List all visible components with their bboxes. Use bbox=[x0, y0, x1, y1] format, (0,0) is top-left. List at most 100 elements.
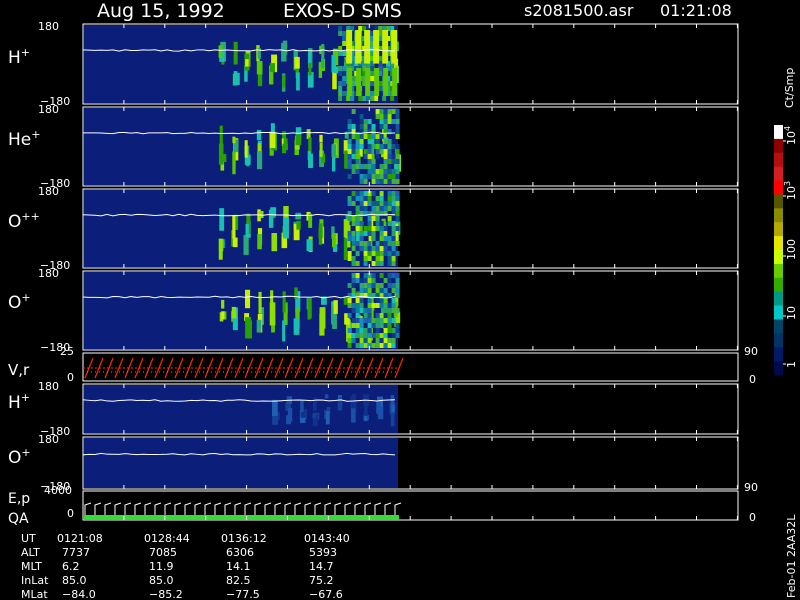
intense-pixel bbox=[395, 191, 400, 196]
intense-pixel bbox=[379, 124, 384, 129]
intense-pixel bbox=[375, 323, 380, 328]
intense-pixel bbox=[367, 246, 372, 251]
burst-pixel bbox=[294, 56, 300, 69]
panel-o-plus: 180−180O+ bbox=[8, 267, 739, 354]
colorbar-segment bbox=[774, 250, 783, 265]
intense-pixel bbox=[375, 313, 380, 318]
intense-pixel bbox=[355, 278, 360, 283]
intense-pixel bbox=[367, 201, 372, 206]
intense-pixel bbox=[363, 251, 368, 256]
intense-pixel bbox=[395, 124, 400, 129]
intense-pixel bbox=[355, 154, 360, 159]
burst-pixel bbox=[283, 217, 289, 239]
intense-pixel bbox=[379, 313, 384, 318]
intense-pixel bbox=[351, 164, 356, 169]
intense-pixel bbox=[351, 154, 356, 159]
intense-pixel bbox=[375, 109, 380, 114]
intense-pixel bbox=[359, 278, 364, 283]
intense-pixel bbox=[383, 288, 388, 293]
intense-pixel bbox=[383, 323, 388, 328]
intense-pixel bbox=[383, 211, 388, 216]
burst-pixel bbox=[331, 144, 337, 158]
intense-pixel bbox=[375, 343, 380, 348]
intense-pixel bbox=[359, 303, 364, 308]
intense-pixel bbox=[387, 338, 392, 343]
intense-pixel bbox=[371, 216, 376, 221]
intense-pixel bbox=[347, 343, 352, 348]
burst-pixel bbox=[231, 306, 236, 315]
intense-pixel bbox=[342, 51, 347, 56]
intense-pixel bbox=[363, 174, 368, 179]
intense-pixel bbox=[379, 261, 384, 266]
intense-pixel bbox=[395, 179, 400, 184]
intense-pixel bbox=[351, 236, 356, 241]
intense-pixel bbox=[383, 139, 388, 144]
intense-pixel bbox=[383, 114, 388, 119]
intense-pixel bbox=[375, 174, 380, 179]
intense-pixel bbox=[395, 109, 400, 114]
intense-pixel bbox=[359, 191, 364, 196]
intense-pixel bbox=[359, 206, 364, 211]
intense-pixel bbox=[347, 298, 352, 303]
intense-pixel bbox=[355, 298, 360, 303]
intense-pixel bbox=[359, 164, 364, 169]
burst-pixel bbox=[257, 233, 262, 250]
burst-pixel bbox=[286, 415, 292, 425]
intense-pixel bbox=[351, 338, 356, 343]
intense-pixel bbox=[375, 196, 380, 201]
intense-pixel bbox=[370, 66, 375, 71]
footer-value: 6.2 bbox=[62, 560, 80, 573]
intense-pixel bbox=[371, 283, 376, 288]
intense-pixel bbox=[351, 149, 356, 154]
intense-pixel bbox=[347, 164, 352, 169]
intense-pixel bbox=[347, 139, 352, 144]
intense-pixel bbox=[391, 246, 396, 251]
vr-panel: V,r 25 0 90 0 bbox=[8, 345, 758, 386]
intense-pixel bbox=[379, 206, 384, 211]
intense-pixel bbox=[338, 51, 343, 56]
vr-label: V,r bbox=[8, 361, 30, 379]
footer-row-label: ALT bbox=[21, 546, 40, 559]
intense-pixel bbox=[387, 154, 392, 159]
footer-value: 82.5 bbox=[226, 574, 251, 587]
intense-pixel bbox=[391, 236, 396, 241]
intense-pixel bbox=[342, 36, 347, 41]
intense-pixel bbox=[379, 169, 384, 174]
intense-pixel bbox=[395, 273, 400, 278]
intense-pixel bbox=[367, 333, 372, 338]
intense-pixel bbox=[359, 318, 364, 323]
intense-pixel bbox=[375, 338, 380, 343]
burst-pixel bbox=[308, 300, 312, 319]
header-instrument: EXOS-D SMS bbox=[283, 0, 402, 22]
burst-pixel bbox=[244, 140, 248, 158]
burst-pixel bbox=[244, 289, 251, 309]
intense-pixel bbox=[367, 278, 372, 283]
intense-pixel bbox=[391, 154, 396, 159]
intense-pixel bbox=[355, 273, 360, 278]
intense-pixel bbox=[387, 246, 392, 251]
burst-pixel bbox=[321, 43, 325, 68]
burst-pixel bbox=[282, 320, 286, 342]
intense-pixel bbox=[379, 149, 384, 154]
intense-pixel bbox=[367, 328, 372, 333]
intense-pixel bbox=[379, 338, 384, 343]
intense-pixel bbox=[387, 114, 392, 119]
intense-pixel bbox=[383, 333, 388, 338]
intense-pixel bbox=[359, 338, 364, 343]
intense-pixel bbox=[362, 96, 367, 101]
exos-d-sms-plot: Aug 15, 1992 EXOS-D SMS s2081500.asr 01:… bbox=[8, 0, 798, 600]
intense-pixel bbox=[383, 298, 388, 303]
burst-pixel bbox=[391, 404, 395, 413]
intense-pixel bbox=[355, 164, 360, 169]
intense-pixel bbox=[367, 241, 372, 246]
intense-pixel bbox=[375, 201, 380, 206]
intense-pixel bbox=[391, 318, 396, 323]
intense-pixel bbox=[387, 201, 392, 206]
intense-pixel bbox=[347, 256, 352, 261]
intense-pixel bbox=[338, 96, 343, 101]
vr-frame bbox=[82, 352, 739, 382]
intense-pixel bbox=[351, 246, 356, 251]
intense-pixel bbox=[363, 201, 368, 206]
vr-right-bottom: 0 bbox=[749, 373, 756, 386]
intense-pixel bbox=[359, 283, 364, 288]
